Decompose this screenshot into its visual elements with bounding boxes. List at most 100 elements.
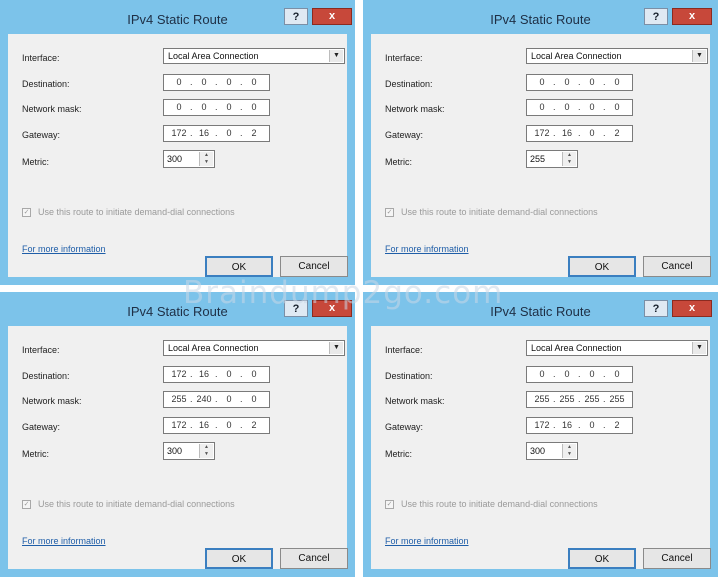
metric-value[interactable]: 300 [167,446,182,456]
demand-dial-checkbox[interactable]: ✓ [22,208,31,217]
interface-dropdown[interactable]: Local Area Connection ▼ [163,340,345,356]
close-button[interactable]: x [672,300,712,317]
title-bar[interactable]: IPv4 Static Route? x [363,0,718,34]
destination-octet[interactable]: 16 [193,369,215,379]
netmask-octet[interactable]: 0 [168,102,190,112]
netmask-octet[interactable]: 0 [243,102,265,112]
destination-octet[interactable]: 0 [531,369,553,379]
chevron-down-icon[interactable]: ▼ [692,342,706,354]
interface-dropdown[interactable]: Local Area Connection ▼ [526,340,708,356]
close-button[interactable]: x [312,8,352,25]
gateway-octet[interactable]: 2 [606,420,628,430]
more-info-link[interactable]: For more information [385,244,469,254]
spin-arrows-icon[interactable]: ▲ ▼ [199,444,213,458]
gateway-octet[interactable]: 2 [243,128,265,138]
spin-arrows-icon[interactable]: ▲ ▼ [562,152,576,166]
netmask-field[interactable]: 0.0.0.0 [163,99,270,116]
gateway-octet[interactable]: 2 [243,420,265,430]
destination-octet[interactable]: 0 [218,77,240,87]
close-button[interactable]: x [312,300,352,317]
gateway-octet[interactable]: 2 [606,128,628,138]
destination-octet[interactable]: 0 [606,77,628,87]
more-info-link[interactable]: For more information [385,536,469,546]
destination-octet[interactable]: 0 [218,369,240,379]
netmask-octet[interactable]: 255 [556,394,578,404]
destination-field[interactable]: 0.0.0.0 [526,366,633,383]
metric-value[interactable]: 300 [167,154,182,164]
cancel-button[interactable]: Cancel [280,256,348,277]
title-bar[interactable]: IPv4 Static Route? x [0,0,355,34]
ok-button[interactable]: OK [205,548,273,569]
metric-spinner[interactable]: 300 ▲ ▼ [526,442,578,460]
metric-value[interactable]: 300 [530,446,545,456]
netmask-octet[interactable]: 0 [606,102,628,112]
destination-octet[interactable]: 172 [168,369,190,379]
netmask-octet[interactable]: 0 [531,102,553,112]
chevron-down-icon[interactable]: ▼ [329,342,343,354]
cancel-button[interactable]: Cancel [643,256,711,277]
destination-octet[interactable]: 0 [193,77,215,87]
destination-field[interactable]: 0.0.0.0 [526,74,633,91]
gateway-octet[interactable]: 0 [581,128,603,138]
metric-value[interactable]: 255 [530,154,545,164]
gateway-octet[interactable]: 0 [218,420,240,430]
netmask-field[interactable]: 255. 240. 0. 0 [163,391,270,408]
chevron-down-icon[interactable]: ▼ [329,50,343,62]
gateway-octet[interactable]: 16 [193,420,215,430]
gateway-field[interactable]: 172. 16. 0. 2 [526,417,633,434]
cancel-button[interactable]: Cancel [280,548,348,569]
gateway-octet[interactable]: 16 [556,420,578,430]
demand-dial-checkbox[interactable]: ✓ [385,500,394,509]
metric-spinner[interactable]: 255 ▲ ▼ [526,150,578,168]
demand-dial-checkbox[interactable]: ✓ [385,208,394,217]
ok-button[interactable]: OK [205,256,273,277]
netmask-octet[interactable]: 255 [581,394,603,404]
spin-arrows-icon[interactable]: ▲ ▼ [562,444,576,458]
gateway-field[interactable]: 172. 16. 0. 2 [163,417,270,434]
destination-field[interactable]: 172. 16. 0. 0 [163,366,270,383]
gateway-octet[interactable]: 16 [556,128,578,138]
cancel-button[interactable]: Cancel [643,548,711,569]
metric-spinner[interactable]: 300 ▲ ▼ [163,442,215,460]
more-info-link[interactable]: For more information [22,244,106,254]
destination-octet[interactable]: 0 [581,369,603,379]
chevron-down-icon[interactable]: ▼ [692,50,706,62]
destination-octet[interactable]: 0 [168,77,190,87]
gateway-octet[interactable]: 172 [168,420,190,430]
interface-dropdown[interactable]: Local Area Connection ▼ [163,48,345,64]
destination-octet[interactable]: 0 [243,77,265,87]
close-button[interactable]: x [672,8,712,25]
destination-octet[interactable]: 0 [556,369,578,379]
gateway-octet[interactable]: 0 [581,420,603,430]
ok-button[interactable]: OK [568,548,636,569]
gateway-field[interactable]: 172. 16. 0. 2 [163,125,270,142]
metric-spinner[interactable]: 300 ▲ ▼ [163,150,215,168]
destination-octet[interactable]: 0 [243,369,265,379]
gateway-octet[interactable]: 172 [531,128,553,138]
destination-field[interactable]: 0.0.0.0 [163,74,270,91]
netmask-octet[interactable]: 0 [218,102,240,112]
ok-button[interactable]: OK [568,256,636,277]
netmask-octet[interactable]: 0 [556,102,578,112]
netmask-octet[interactable]: 255 [531,394,553,404]
help-button[interactable]: ? [284,8,308,25]
netmask-octet[interactable]: 0 [581,102,603,112]
netmask-octet[interactable]: 0 [193,102,215,112]
help-button[interactable]: ? [644,300,668,317]
gateway-octet[interactable]: 16 [193,128,215,138]
spin-arrows-icon[interactable]: ▲ ▼ [199,152,213,166]
netmask-octet[interactable]: 0 [218,394,240,404]
interface-dropdown[interactable]: Local Area Connection ▼ [526,48,708,64]
demand-dial-checkbox[interactable]: ✓ [22,500,31,509]
destination-octet[interactable]: 0 [581,77,603,87]
netmask-field[interactable]: 0.0.0.0 [526,99,633,116]
gateway-octet[interactable]: 172 [168,128,190,138]
gateway-field[interactable]: 172. 16. 0. 2 [526,125,633,142]
help-button[interactable]: ? [284,300,308,317]
destination-octet[interactable]: 0 [606,369,628,379]
title-bar[interactable]: IPv4 Static Route? x [0,292,355,326]
title-bar[interactable]: IPv4 Static Route? x [363,292,718,326]
gateway-octet[interactable]: 172 [531,420,553,430]
netmask-octet[interactable]: 0 [243,394,265,404]
netmask-octet[interactable]: 240 [193,394,215,404]
